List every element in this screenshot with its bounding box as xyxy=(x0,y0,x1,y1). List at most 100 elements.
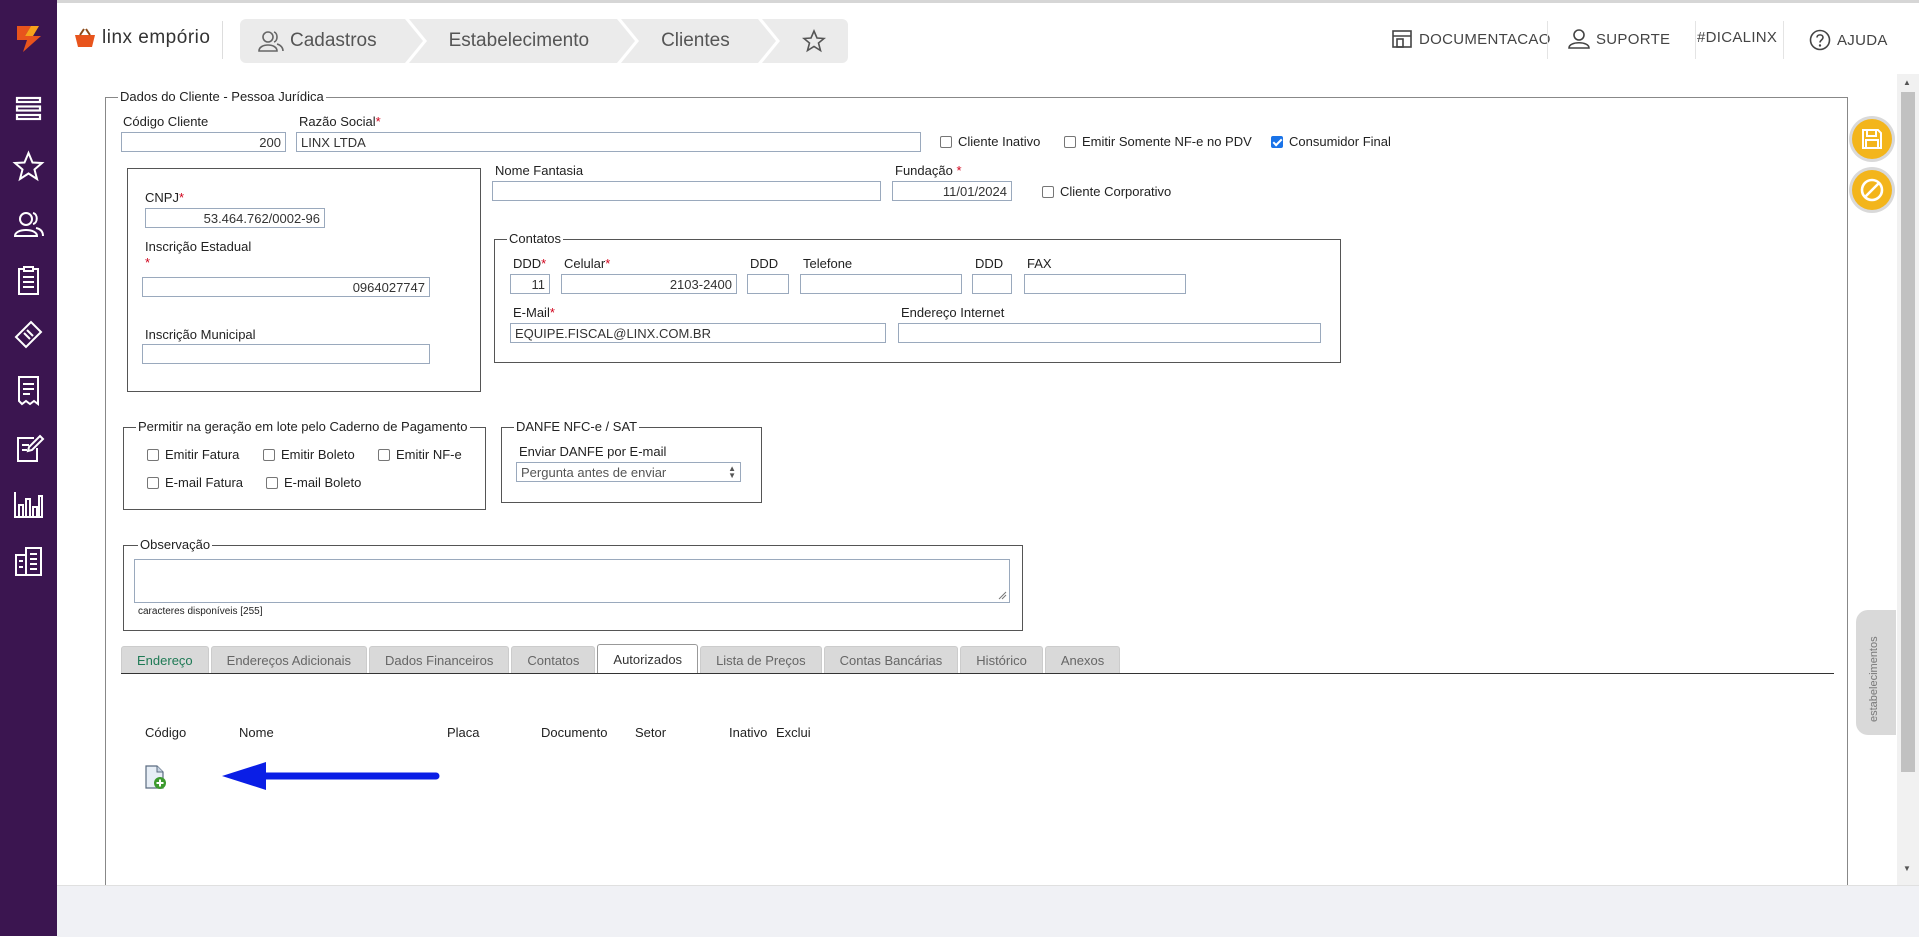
email-fatura-checkbox[interactable]: E-mail Fatura xyxy=(147,475,243,490)
documentacao-label: DOCUMENTACAO xyxy=(1419,30,1551,48)
emitir-nfe-label: Emitir NF-e xyxy=(396,447,462,462)
top-header: linx empório Cadastros Estabelecimento C… xyxy=(57,0,1919,74)
tab-historico[interactable]: Histórico xyxy=(960,646,1043,674)
breadcrumb-cadastros[interactable]: Cadastros xyxy=(240,19,427,63)
cliente-inativo-checkbox[interactable]: Cliente Inativo xyxy=(940,134,1040,149)
razao-social-label: Razão Social* xyxy=(299,114,381,129)
email-label: E-Mail* xyxy=(513,305,555,320)
resize-handle-icon[interactable] xyxy=(997,590,1007,600)
ticket-icon[interactable] xyxy=(12,318,45,351)
inscricao-estadual-input[interactable] xyxy=(142,277,430,297)
tab-underline xyxy=(121,673,1834,674)
save-button[interactable] xyxy=(1852,119,1892,159)
codigo-cliente-input[interactable] xyxy=(121,132,286,152)
ajuda-link[interactable]: AJUDA xyxy=(1809,29,1888,51)
star-icon[interactable] xyxy=(12,150,45,183)
tab-autorizados[interactable]: Autorizados xyxy=(597,644,699,674)
estabelecimentos-label: estabelecimentos xyxy=(1868,636,1880,722)
emitir-somente-nfe-label: Emitir Somente NF-e no PDV xyxy=(1082,134,1252,149)
ddd-fax-input[interactable] xyxy=(972,274,1012,294)
observacao-counter: caracteres disponíveis [255] xyxy=(138,606,263,617)
save-icon xyxy=(1862,129,1882,149)
email-fatura-label: E-mail Fatura xyxy=(165,475,244,490)
ddd-telefone-input[interactable] xyxy=(747,274,789,294)
fax-input[interactable] xyxy=(1024,274,1186,294)
chart-icon[interactable] xyxy=(12,488,45,521)
breadcrumb-label: Clientes xyxy=(661,30,730,51)
cancel-button[interactable] xyxy=(1852,170,1892,210)
menu-icon[interactable] xyxy=(12,92,45,125)
nome-fantasia-label: Nome Fantasia xyxy=(495,163,584,178)
emitir-fatura-checkbox[interactable]: Emitir Fatura xyxy=(147,447,239,462)
endereco-internet-input[interactable] xyxy=(898,323,1321,343)
dicalinx-link[interactable]: #DICALINX xyxy=(1697,29,1777,46)
column-inativo: Inativo xyxy=(729,725,768,740)
emitir-boleto-label: Emitir Boleto xyxy=(281,447,355,462)
celular-input[interactable] xyxy=(561,274,737,294)
observacao-textarea[interactable] xyxy=(134,559,1010,603)
edit-document-icon[interactable] xyxy=(12,432,45,465)
column-placa: Placa xyxy=(447,725,480,740)
users-icon[interactable] xyxy=(12,208,45,241)
email-input[interactable] xyxy=(510,323,886,343)
tab-contas-bancarias[interactable]: Contas Bancárias xyxy=(823,646,959,674)
tab-enderecos-adicionais[interactable]: Endereços Adicionais xyxy=(210,646,367,674)
inscricao-municipal-input[interactable] xyxy=(142,344,430,364)
tab-lista-de-precos[interactable]: Lista de Preços xyxy=(700,646,822,674)
documentacao-link[interactable]: DOCUMENTACAO xyxy=(1391,29,1551,49)
column-setor: Setor xyxy=(635,725,667,740)
scroll-up-icon[interactable]: ▲ xyxy=(1903,78,1911,87)
telefone-input[interactable] xyxy=(800,274,962,294)
receipt-icon[interactable] xyxy=(12,374,45,407)
breadcrumb: Cadastros Estabelecimento Clientes xyxy=(240,19,852,63)
inscricao-municipal-label: Inscrição Municipal xyxy=(145,327,256,342)
nome-fantasia-input[interactable] xyxy=(492,181,881,201)
ddd-input[interactable] xyxy=(510,274,550,294)
scroll-down-icon[interactable]: ▼ xyxy=(1903,864,1911,873)
suporte-link[interactable]: SUPORTE xyxy=(1568,29,1670,49)
enviar-danfe-value: Pergunta antes de enviar xyxy=(521,464,667,480)
cliente-corporativo-checkbox[interactable]: Cliente Corporativo xyxy=(1042,184,1171,199)
emitir-somente-nfe-checkbox[interactable]: Emitir Somente NF-e no PDV xyxy=(1064,134,1252,149)
razao-social-input[interactable] xyxy=(296,132,921,152)
footer-bar xyxy=(57,885,1919,937)
dicalinx-label: #DICALINX xyxy=(1697,29,1778,46)
left-sidebar xyxy=(0,0,57,936)
add-authorized-icon[interactable] xyxy=(142,764,168,790)
suporte-label: SUPORTE xyxy=(1596,30,1671,48)
emitir-boleto-checkbox[interactable]: Emitir Boleto xyxy=(263,447,355,462)
cnpj-input[interactable] xyxy=(145,208,325,228)
fundacao-input[interactable] xyxy=(892,181,1012,201)
tab-dados-financeiros[interactable]: Dados Financeiros xyxy=(368,646,510,674)
tab-anexos[interactable]: Anexos xyxy=(1044,646,1121,674)
observacao-title: Observação xyxy=(138,537,213,552)
estabelecimentos-side-tab[interactable]: estabelecimentos xyxy=(1856,610,1896,735)
codigo-cliente-label: Código Cliente xyxy=(123,114,209,129)
scrollbar-thumb[interactable] xyxy=(1901,92,1915,772)
endereco-internet-label: Endereço Internet xyxy=(901,305,1005,320)
breadcrumb-estabelecimento[interactable]: Estabelecimento xyxy=(408,19,640,63)
brand-name: linx empório xyxy=(102,27,211,48)
emitir-nfe-checkbox[interactable]: Emitir NF-e xyxy=(378,447,462,462)
email-boleto-checkbox[interactable]: E-mail Boleto xyxy=(266,475,361,490)
vertical-scrollbar[interactable]: ▲ ▼ xyxy=(1897,74,1919,885)
breadcrumb-clientes[interactable]: Clientes xyxy=(621,19,780,63)
brand[interactable]: linx empório xyxy=(74,27,210,49)
tab-contatos[interactable]: Contatos xyxy=(511,646,596,674)
fax-label: FAX xyxy=(1027,256,1052,271)
celular-label: Celular* xyxy=(564,256,611,271)
column-codigo: Código xyxy=(145,725,187,740)
cliente-inativo-label: Cliente Inativo xyxy=(958,134,1041,149)
column-nome: Nome xyxy=(239,725,274,740)
user-icon xyxy=(1568,29,1590,49)
building-icon[interactable] xyxy=(12,545,45,578)
annotation-arrow-icon xyxy=(222,762,440,790)
consumidor-final-checkbox[interactable]: Consumidor Final xyxy=(1271,134,1391,149)
tab-endereco[interactable]: Endereço xyxy=(121,646,209,674)
email-boleto-label: E-mail Boleto xyxy=(284,475,362,490)
cnpj-label: CNPJ* xyxy=(145,190,185,205)
clipboard-icon[interactable] xyxy=(12,264,45,297)
enviar-danfe-select[interactable]: Pergunta antes de enviar ▲ ▼ xyxy=(516,462,741,482)
linx-logo-icon[interactable] xyxy=(13,22,45,54)
ddd-fax-label: DDD xyxy=(975,256,1004,271)
